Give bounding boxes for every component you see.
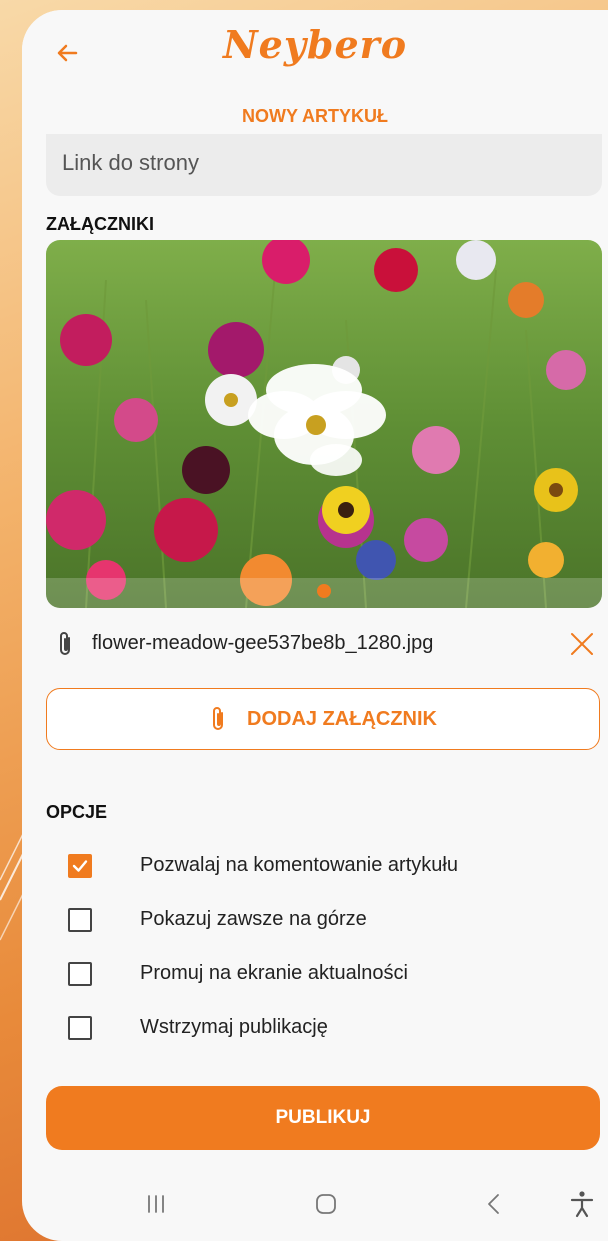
remove-attachment-close-icon[interactable] <box>566 628 598 660</box>
carousel-dot-active[interactable] <box>317 584 331 598</box>
checkbox-checked[interactable] <box>68 854 92 878</box>
checkbox-unchecked[interactable] <box>68 908 92 932</box>
attachment-image-preview[interactable] <box>46 240 602 608</box>
link-input[interactable] <box>60 142 584 184</box>
checkbox-unchecked[interactable] <box>68 962 92 986</box>
page-title: NOWY ARTYKUŁ <box>242 106 388 126</box>
option-promote-news[interactable]: Promuj na ekranie aktualności <box>68 956 588 992</box>
system-navigation-bar <box>22 1170 608 1241</box>
link-field-container <box>46 134 602 196</box>
option-label: Wstrzymaj publikację <box>140 1016 328 1038</box>
checkbox-unchecked[interactable] <box>68 1016 92 1040</box>
attachment-file-row: flower-meadow-gee537be8b_1280.jpg <box>46 622 602 666</box>
accessibility-icon[interactable] <box>562 1184 602 1224</box>
paperclip-icon <box>213 707 223 730</box>
app-logo: Neybero <box>222 22 408 67</box>
publish-button-label: PUBLIKUJ <box>275 1107 371 1128</box>
option-label: Pozwalaj na komentowanie artykułu <box>140 854 458 876</box>
paperclip-icon <box>60 632 70 655</box>
option-label: Pokazuj zawsze na górze <box>140 908 367 930</box>
option-hold-publication[interactable]: Wstrzymaj publikację <box>68 1010 588 1046</box>
recent-apps-icon[interactable] <box>136 1184 176 1224</box>
attachment-file-name: flower-meadow-gee537be8b_1280.jpg <box>92 632 434 654</box>
publish-button[interactable]: PUBLIKUJ <box>46 1086 600 1150</box>
home-icon[interactable] <box>306 1184 346 1224</box>
app-header: Neybero NOWY ARTYKUŁ <box>22 10 608 140</box>
back-nav-icon[interactable] <box>474 1184 514 1224</box>
add-attachment-button[interactable]: DODAJ ZAŁĄCZNIK <box>46 688 600 750</box>
add-attachment-label: DODAJ ZAŁĄCZNIK <box>247 707 437 730</box>
option-pin-top[interactable]: Pokazuj zawsze na górze <box>68 902 588 938</box>
option-allow-comments[interactable]: Pozwalaj na komentowanie artykułu <box>68 848 588 884</box>
app-screen: Neybero NOWY ARTYKUŁ ZAŁĄCZNIKI <box>22 10 608 1241</box>
checkmark-icon <box>72 860 88 872</box>
options-section-title: OPCJE <box>46 802 108 822</box>
option-label: Promuj na ekranie aktualności <box>140 962 408 984</box>
attachments-section-title: ZAŁĄCZNIKI <box>46 214 154 234</box>
